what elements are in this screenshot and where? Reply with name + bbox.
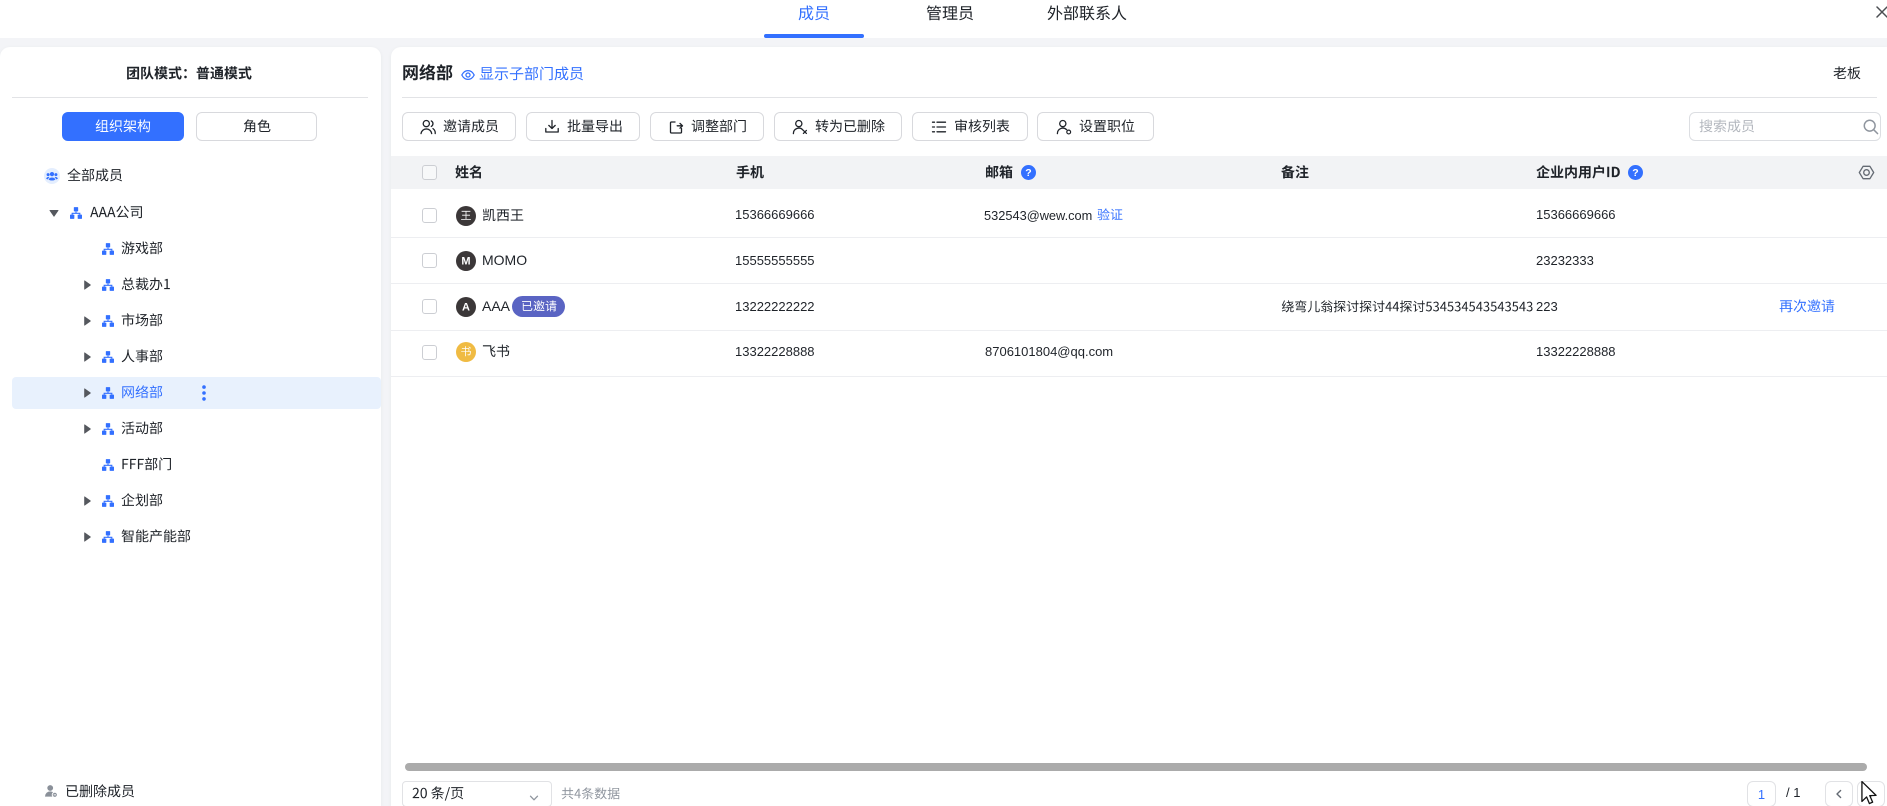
svg-text:M: M xyxy=(461,255,470,267)
svg-text:?: ? xyxy=(1632,167,1638,179)
svg-text:A: A xyxy=(462,301,470,313)
svg-text:?: ? xyxy=(1025,167,1031,179)
